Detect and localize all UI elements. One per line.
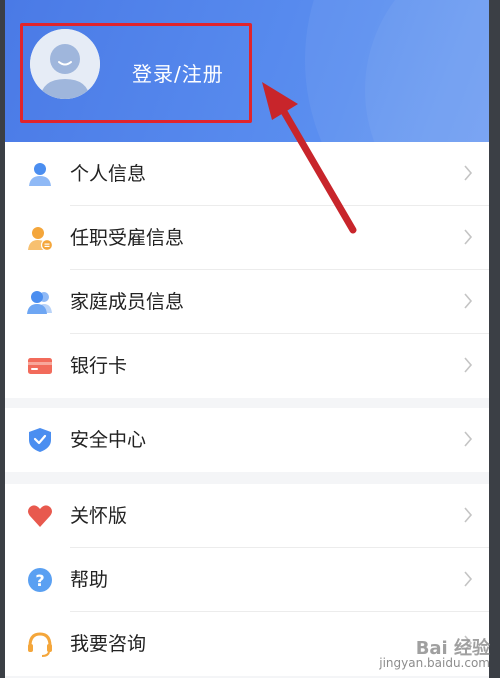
menu-item-label: 关怀版 — [70, 505, 128, 527]
shield-icon — [29, 428, 51, 452]
chevron-right-icon — [464, 357, 473, 373]
highlight-box — [20, 23, 252, 123]
chevron-right-icon — [464, 431, 473, 447]
menu-item-label: 银行卡 — [70, 355, 128, 377]
chevron-right-icon — [464, 165, 473, 181]
employee-icon — [28, 227, 53, 251]
bank-card-icon — [28, 358, 52, 374]
menu-item-label: 个人信息 — [70, 163, 147, 185]
menu-item-personal-info[interactable]: 个人信息 — [5, 142, 489, 206]
chevron-right-icon — [464, 507, 473, 523]
menu-item-family-info[interactable]: 家庭成员信息 — [5, 270, 489, 334]
phone-screen: 登录/注册 个人信息 任职受雇信息 家庭成员信息 银行卡 安全中心 关怀版 ? … — [5, 0, 489, 678]
headset-icon — [28, 632, 52, 657]
chevron-right-icon — [464, 229, 473, 245]
watermark-logo: Bai 经验 — [415, 638, 490, 659]
menu-item-label: 任职受雇信息 — [70, 227, 185, 249]
heart-icon — [28, 505, 52, 527]
header-decoration — [365, 0, 489, 142]
menu-group-personal: 个人信息 任职受雇信息 家庭成员信息 银行卡 — [5, 142, 489, 398]
family-icon — [27, 291, 52, 314]
menu-item-bank-card[interactable]: 银行卡 — [5, 334, 489, 398]
svg-text:?: ? — [35, 571, 44, 590]
menu-group-security: 安全中心 — [5, 408, 489, 472]
menu-item-employment-info[interactable]: 任职受雇信息 — [5, 206, 489, 270]
chevron-right-icon — [464, 571, 473, 587]
menu-item-label: 家庭成员信息 — [70, 291, 185, 313]
watermark: Bai 经验 jingyan.baidu.com — [379, 638, 490, 671]
help-icon: ? — [28, 568, 52, 592]
menu-item-security-center[interactable]: 安全中心 — [5, 408, 489, 472]
menu-item-label: 安全中心 — [70, 429, 147, 451]
menu-item-label: 帮助 — [70, 569, 109, 591]
menu-item-label: 我要咨询 — [70, 633, 147, 655]
menu-item-care-mode[interactable]: 关怀版 — [5, 484, 489, 548]
watermark-url: jingyan.baidu.com — [379, 656, 490, 670]
person-icon — [29, 163, 51, 186]
profile-header: 登录/注册 — [5, 0, 489, 142]
chevron-right-icon — [464, 293, 473, 309]
menu-item-help[interactable]: ? 帮助 — [5, 548, 489, 612]
